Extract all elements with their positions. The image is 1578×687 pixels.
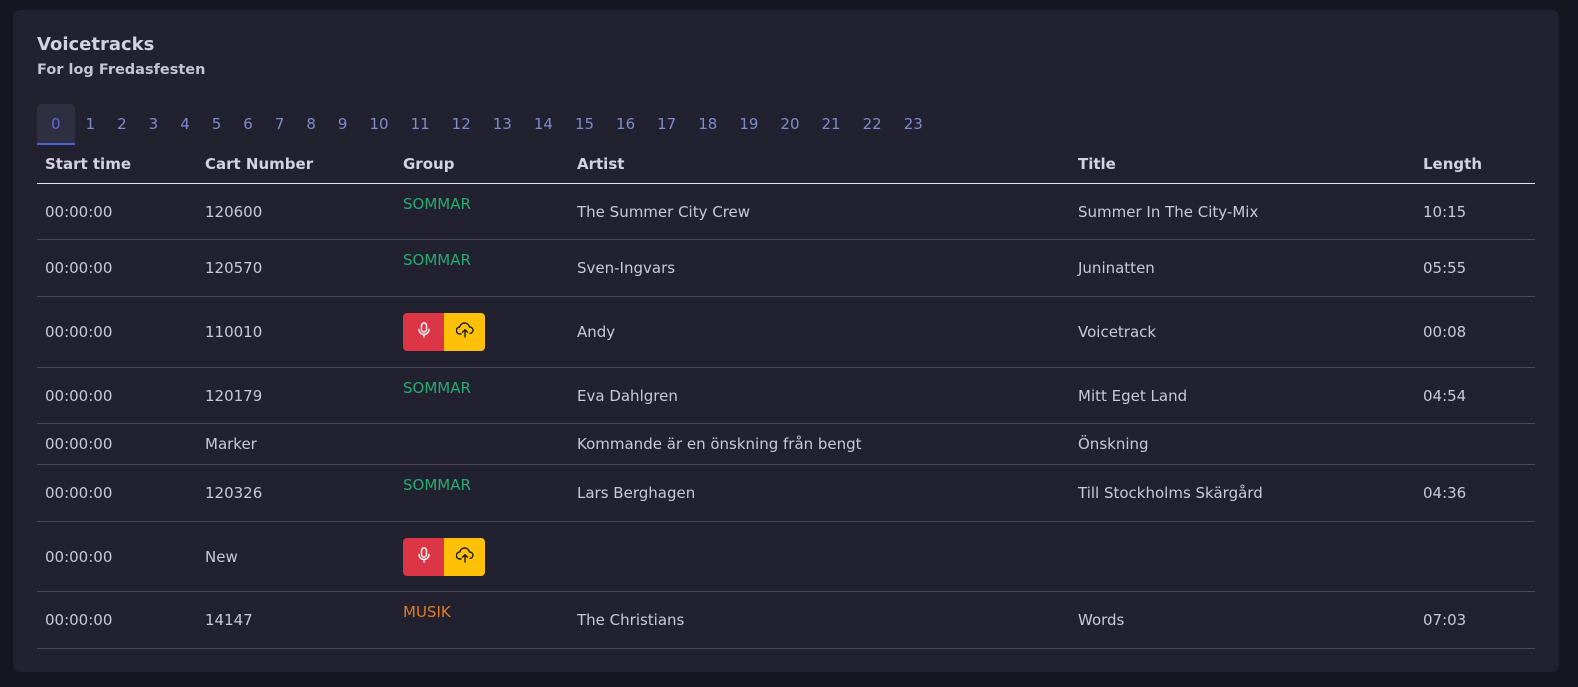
length-cell: 04:54 bbox=[1423, 386, 1467, 405]
table-row[interactable]: 00:00:00 14147 MUSIK The Christians Words 07:… bbox=[37, 592, 1535, 649]
group-label: SOMMAR bbox=[403, 476, 471, 494]
group-label: SOMMAR bbox=[403, 379, 471, 397]
tab-hour-13[interactable]: 13 bbox=[482, 104, 523, 145]
length-cell: 10:15 bbox=[1423, 202, 1467, 221]
voicetracks-card: Voicetracks For log Fredasfesten 0123456… bbox=[13, 10, 1559, 672]
tab-hour-0[interactable]: 0 bbox=[37, 104, 75, 145]
table-row[interactable]: 00:00:00 120600 SOMMAR The Summer City Crew… bbox=[37, 184, 1535, 240]
title-cell: Mitt Eget Land bbox=[1078, 386, 1188, 405]
artist-cell: Eva Dahlgren bbox=[577, 386, 678, 405]
title-cell: Summer In The City-Mix bbox=[1078, 202, 1259, 221]
title-cell: Voicetrack bbox=[1078, 323, 1157, 341]
cloud-upload-icon bbox=[455, 546, 474, 567]
column-header-artist: Artist bbox=[577, 155, 625, 173]
start-time-cell: 00:00:00 bbox=[45, 484, 113, 502]
cart-number-cell: New bbox=[205, 547, 238, 566]
microphone-icon bbox=[417, 546, 431, 567]
microphone-icon bbox=[417, 322, 431, 342]
start-time-cell: 00:00:00 bbox=[45, 611, 113, 629]
table-row[interactable]: 00:00:00 120570 SOMMAR Sven-Ingvars Juninatt… bbox=[37, 240, 1535, 297]
column-header-group: Group bbox=[403, 155, 455, 173]
tab-hour-12[interactable]: 12 bbox=[441, 104, 482, 145]
tab-hour-14[interactable]: 14 bbox=[523, 104, 564, 145]
start-time-cell: 00:00:00 bbox=[45, 547, 113, 566]
tab-hour-9[interactable]: 9 bbox=[327, 104, 359, 145]
table-header: Start time Cart Number Group Artist Titl… bbox=[37, 147, 1535, 184]
artist-cell: Andy bbox=[577, 323, 616, 341]
table-row[interactable]: 00:00:00 110010 Andy Voicetrack 00:08 bbox=[37, 297, 1535, 368]
length-cell: 00:08 bbox=[1423, 323, 1467, 341]
tab-hour-3[interactable]: 3 bbox=[138, 104, 170, 145]
tab-hour-18[interactable]: 18 bbox=[687, 104, 728, 145]
column-header-length: Length bbox=[1423, 155, 1482, 173]
table-body: 00:00:00 120600 SOMMAR The Summer City Crew… bbox=[37, 184, 1535, 649]
cart-number-cell: 120179 bbox=[205, 386, 263, 405]
title-cell: Juninatten bbox=[1078, 259, 1155, 277]
hour-tabs: 0 1 2 3 4 5 6 7 8 9 10 11 12 13 14 15 16 17 18 19 20 21 22 23 bbox=[37, 104, 934, 145]
table-row[interactable]: 00:00:00 120179 SOMMAR Eva Dahlgren Mitt Ege… bbox=[37, 368, 1535, 424]
group-label: SOMMAR bbox=[403, 251, 471, 269]
upload-voicetrack-button[interactable] bbox=[444, 537, 485, 576]
tab-hour-7[interactable]: 7 bbox=[264, 104, 296, 145]
group-label: SOMMAR bbox=[403, 195, 471, 213]
column-header-cart-number: Cart Number bbox=[205, 155, 314, 173]
tab-hour-11[interactable]: 11 bbox=[400, 104, 441, 145]
tab-hour-16[interactable]: 16 bbox=[605, 104, 646, 145]
title-cell: Önskning bbox=[1078, 435, 1149, 453]
record-voicetrack-button[interactable] bbox=[403, 537, 444, 576]
page-subtitle: For log Fredasfesten bbox=[37, 62, 206, 78]
title-cell: Words bbox=[1078, 611, 1125, 629]
tab-hour-8[interactable]: 8 bbox=[295, 104, 327, 145]
column-header-start-time: Start time bbox=[45, 155, 132, 173]
tab-hour-17[interactable]: 17 bbox=[646, 104, 687, 145]
start-time-cell: 00:00:00 bbox=[45, 202, 113, 221]
length-cell: 07:03 bbox=[1423, 611, 1467, 629]
start-time-cell: 00:00:00 bbox=[45, 386, 113, 405]
tab-hour-4[interactable]: 4 bbox=[169, 104, 201, 145]
start-time-cell: 00:00:00 bbox=[45, 323, 113, 341]
tab-hour-5[interactable]: 5 bbox=[201, 104, 233, 145]
length-cell: 04:36 bbox=[1423, 484, 1467, 502]
tab-hour-21[interactable]: 21 bbox=[811, 104, 852, 145]
artist-cell: Lars Berghagen bbox=[577, 484, 696, 502]
group-label: MUSIK bbox=[403, 603, 451, 621]
cart-number-cell: 120326 bbox=[205, 484, 263, 502]
artist-cell: The Christians bbox=[577, 611, 685, 629]
artist-cell: Sven-Ingvars bbox=[577, 259, 676, 277]
tab-hour-10[interactable]: 10 bbox=[358, 104, 399, 145]
title-cell: Till Stockholms Skärgård bbox=[1078, 484, 1263, 502]
tab-hour-15[interactable]: 15 bbox=[564, 104, 605, 145]
voicetracks-table: Start time Cart Number Group Artist Titl… bbox=[37, 147, 1535, 649]
cart-number-cell: Marker bbox=[205, 435, 257, 453]
tab-hour-2[interactable]: 2 bbox=[106, 104, 138, 145]
cart-number-cell: 120570 bbox=[205, 259, 263, 277]
table-row[interactable]: 00:00:00 120326 SOMMAR Lars Berghagen Till S… bbox=[37, 465, 1535, 522]
voicetrack-actions bbox=[403, 313, 485, 351]
tab-hour-1[interactable]: 1 bbox=[75, 104, 107, 145]
start-time-cell: 00:00:00 bbox=[45, 259, 113, 277]
upload-voicetrack-button[interactable] bbox=[444, 313, 485, 351]
cloud-upload-icon bbox=[455, 322, 474, 342]
voicetrack-actions bbox=[403, 537, 485, 576]
start-time-cell: 00:00:00 bbox=[45, 435, 113, 453]
table-row[interactable]: 00:00:00 Marker Kommande är en önskning fr… bbox=[37, 424, 1535, 465]
tab-hour-6[interactable]: 6 bbox=[232, 104, 264, 145]
table-row[interactable]: 00:00:00 New bbox=[37, 522, 1535, 592]
page-title: Voicetracks bbox=[37, 34, 155, 55]
cart-number-cell: 110010 bbox=[205, 323, 263, 341]
tab-hour-20[interactable]: 20 bbox=[769, 104, 810, 145]
cart-number-cell: 14147 bbox=[205, 611, 253, 629]
column-header-title: Title bbox=[1078, 155, 1116, 173]
tab-hour-23[interactable]: 23 bbox=[893, 104, 934, 145]
length-cell: 05:55 bbox=[1423, 259, 1467, 277]
tab-hour-22[interactable]: 22 bbox=[852, 104, 893, 145]
artist-cell: Kommande är en önskning från bengt bbox=[577, 435, 862, 453]
tab-hour-19[interactable]: 19 bbox=[728, 104, 769, 145]
artist-cell: The Summer City Crew bbox=[577, 202, 751, 221]
cart-number-cell: 120600 bbox=[205, 202, 263, 221]
record-voicetrack-button[interactable] bbox=[403, 313, 444, 351]
